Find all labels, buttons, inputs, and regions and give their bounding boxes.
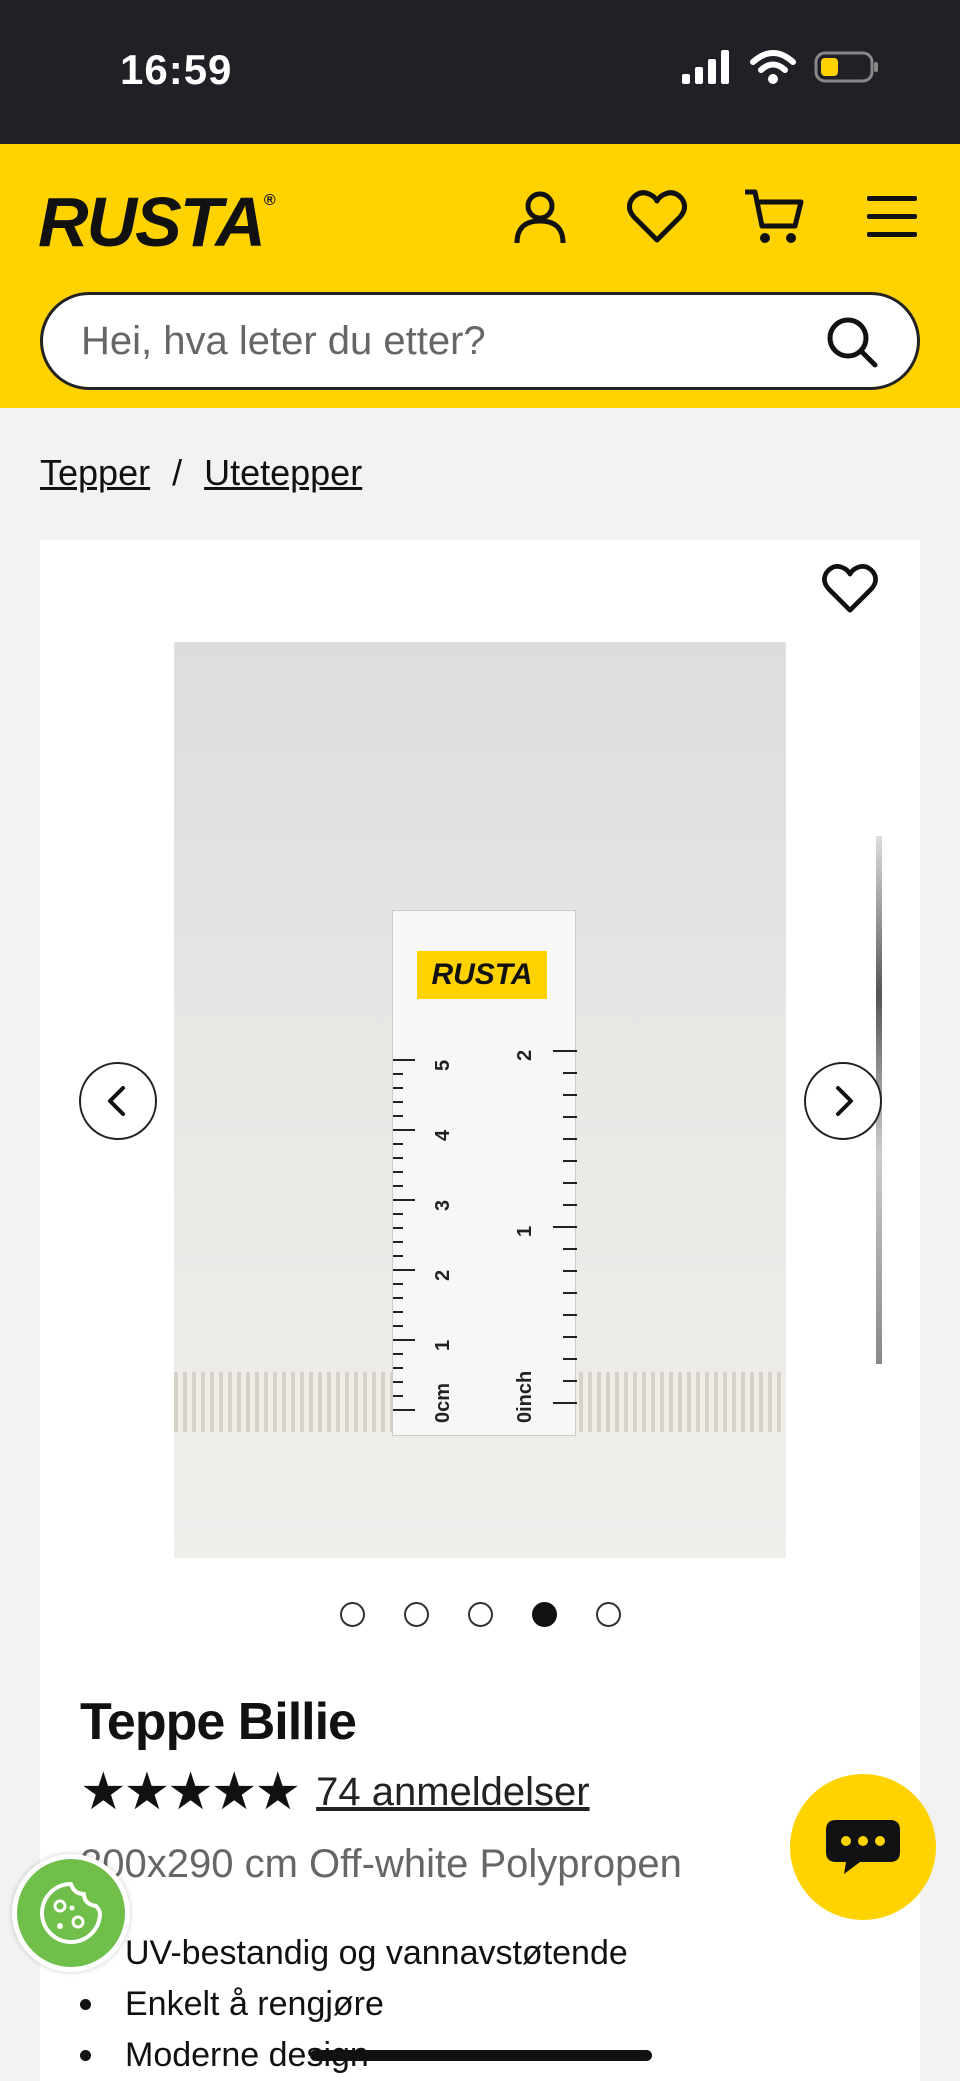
- battery-icon: [814, 51, 878, 83]
- gallery-pagination: [340, 1602, 621, 1627]
- feature-text: UV-bestandig og vannavstøtende: [125, 1934, 628, 1972]
- ruler-cm-label: 2: [432, 1270, 454, 1281]
- gallery-dot-3[interactable]: [468, 1602, 493, 1627]
- ruler-scale: 0cm 1 2 3 4 5 0inch 1 2: [393, 1050, 577, 1423]
- wishlist-button[interactable]: [621, 180, 693, 252]
- product-subtitle: 200x290 cm Off-white Polypropen: [80, 1842, 682, 1886]
- rating-stars: ★★★★★: [80, 1763, 301, 1821]
- account-icon: [514, 191, 566, 244]
- ruler-cm-label: 5: [432, 1060, 454, 1071]
- product-title: Teppe Billie: [80, 1693, 357, 1751]
- chat-icon: [826, 1820, 900, 1874]
- add-to-wishlist-button[interactable]: [822, 562, 884, 624]
- product-image[interactable]: RUSTA 0cm 1 2 3 4 5 0inch 1 2: [174, 642, 786, 1558]
- feature-text: Enkelt å rengjøre: [125, 1985, 384, 2023]
- cart-icon: [745, 189, 804, 243]
- status-icons: [682, 50, 880, 84]
- status-time: 16:59: [120, 46, 233, 93]
- cart-button[interactable]: [738, 180, 810, 252]
- breadcrumb-utetepper[interactable]: Utetepper: [204, 452, 362, 494]
- feature-item: UV-bestandig og vannavstøtende: [80, 1928, 628, 1979]
- breadcrumb: Tepper / Utetepper: [40, 452, 362, 494]
- product-card: RUSTA 0cm 1 2 3 4 5 0inch 1 2 Teppe Bill…: [40, 540, 920, 2081]
- wifi-icon: [750, 50, 796, 84]
- signal-icon: [682, 50, 729, 84]
- heart-icon: [822, 564, 878, 613]
- previous-image-button[interactable]: [79, 1062, 157, 1140]
- chat-button[interactable]: [790, 1774, 936, 1920]
- chevron-left-icon: [108, 1086, 125, 1116]
- cookie-settings-button[interactable]: [12, 1854, 130, 1972]
- ruler-cm-label: 1: [432, 1340, 454, 1351]
- gallery-dot-1[interactable]: [340, 1602, 365, 1627]
- home-indicator: [310, 2050, 652, 2061]
- breadcrumb-separator: /: [172, 452, 183, 493]
- feature-item: Enkelt å rengjøre: [80, 1979, 628, 2030]
- logo-text: RUSTA: [38, 183, 266, 261]
- product-rating: ★★★★★ 74 anmeldelser: [80, 1766, 590, 1818]
- ruler-cm-label: 0cm: [432, 1383, 454, 1423]
- account-button[interactable]: [504, 180, 576, 252]
- rusta-logo[interactable]: RUSTA®: [38, 182, 276, 262]
- breadcrumb-tepper[interactable]: Tepper: [40, 452, 150, 494]
- search-button[interactable]: [825, 315, 879, 369]
- ruler-inch-label: 0inch: [514, 1371, 536, 1423]
- site-header: RUSTA®: [0, 144, 960, 408]
- reviews-link[interactable]: 74 anmeldelser: [316, 1770, 590, 1815]
- search-input[interactable]: [81, 295, 821, 387]
- chevron-right-icon: [836, 1086, 853, 1116]
- gallery-dot-2[interactable]: [404, 1602, 429, 1627]
- ruler: RUSTA 0cm 1 2 3 4 5 0inch 1 2: [392, 910, 577, 1436]
- search-icon: [827, 317, 878, 368]
- ruler-cm-label: 3: [432, 1200, 454, 1211]
- search-bar: [40, 292, 920, 390]
- ruler-inch-label: 2: [514, 1050, 536, 1061]
- gallery-dot-4[interactable]: [532, 1602, 557, 1627]
- status-bar: 16:59: [0, 0, 960, 144]
- heart-icon: [627, 190, 687, 243]
- gallery-dot-5[interactable]: [596, 1602, 621, 1627]
- menu-icon: [867, 196, 917, 237]
- menu-button[interactable]: [856, 180, 928, 252]
- cookie-icon: [40, 1882, 102, 1944]
- ruler-inch-label: 1: [514, 1226, 536, 1237]
- next-image-button[interactable]: [804, 1062, 882, 1140]
- ruler-cm-label: 4: [432, 1129, 454, 1141]
